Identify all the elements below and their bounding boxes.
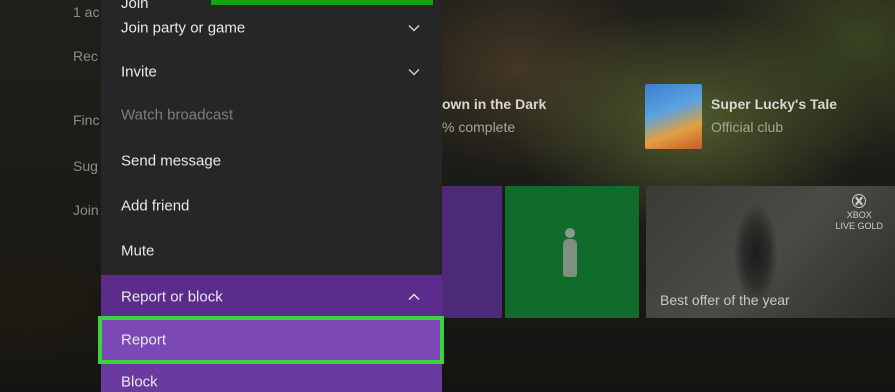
super-lucky-thumbnail[interactable] [645, 84, 702, 149]
menu-item-report[interactable]: Report [98, 316, 444, 364]
live-gold-text: LIVE GOLD [835, 221, 883, 231]
menu-item-add-friend[interactable]: Add friend [101, 184, 442, 228]
game1-title: own in the Dark [442, 96, 547, 112]
character-figure [726, 194, 786, 304]
menu-top-accent [211, 0, 433, 5]
menu-item-label: Invite [121, 63, 157, 81]
xbox-live-gold-logo: XBOX LIVE GOLD [835, 194, 883, 232]
purple-tile[interactable] [440, 186, 502, 318]
menu-item-invite[interactable]: Invite [101, 50, 442, 94]
left-nav-item-5: Join [73, 202, 99, 218]
chevron-up-icon [408, 291, 420, 303]
game2-subtitle: Official club [711, 119, 784, 135]
left-nav-item-3: Finc [73, 112, 100, 128]
menu-item-report-or-block[interactable]: Report or block [101, 275, 442, 319]
xbox-icon [852, 194, 867, 208]
menu-item-label: Mute [121, 242, 155, 260]
game2-title[interactable]: Super Lucky's Tale [711, 96, 837, 112]
gold-offer-tile[interactable]: XBOX LIVE GOLD Best offer of the year [646, 186, 895, 318]
menu-item-label: Block [121, 373, 158, 391]
chevron-down-icon [408, 66, 420, 78]
menu-item-label: Add friend [121, 197, 190, 215]
game1-status: % complete [442, 119, 516, 135]
left-nav-item-2: Rec [73, 48, 98, 64]
menu-item-send-message[interactable]: Send message [101, 139, 442, 183]
left-nav-item-4: Sug [73, 158, 98, 174]
menu-item-block[interactable]: Block [101, 364, 442, 392]
menu-item-join-party-or-game[interactable]: Join party or game [101, 6, 442, 50]
gold-offer-caption: Best offer of the year [660, 292, 790, 308]
chevron-down-icon [408, 22, 420, 34]
menu-item-label: Join party or game [121, 19, 246, 37]
menu-item-mute[interactable]: Mute [101, 229, 442, 273]
avatar-icon [561, 228, 579, 278]
menu-item-label: Watch broadcast [121, 106, 233, 124]
menu-item-label: Report [121, 331, 167, 349]
friend-context-menu: Join Join party or game Invite Watch bro… [98, 0, 444, 392]
menu-item-watch-broadcast: Watch broadcast [101, 93, 442, 137]
menu-item-label: Report or block [121, 288, 223, 306]
menu-item-label: Send message [121, 152, 222, 170]
left-nav: 1 ac Rec Finc Sug Join [0, 0, 110, 392]
left-nav-item-1: 1 ac [73, 4, 100, 20]
xbox-logo-text: XBOX [846, 210, 872, 220]
